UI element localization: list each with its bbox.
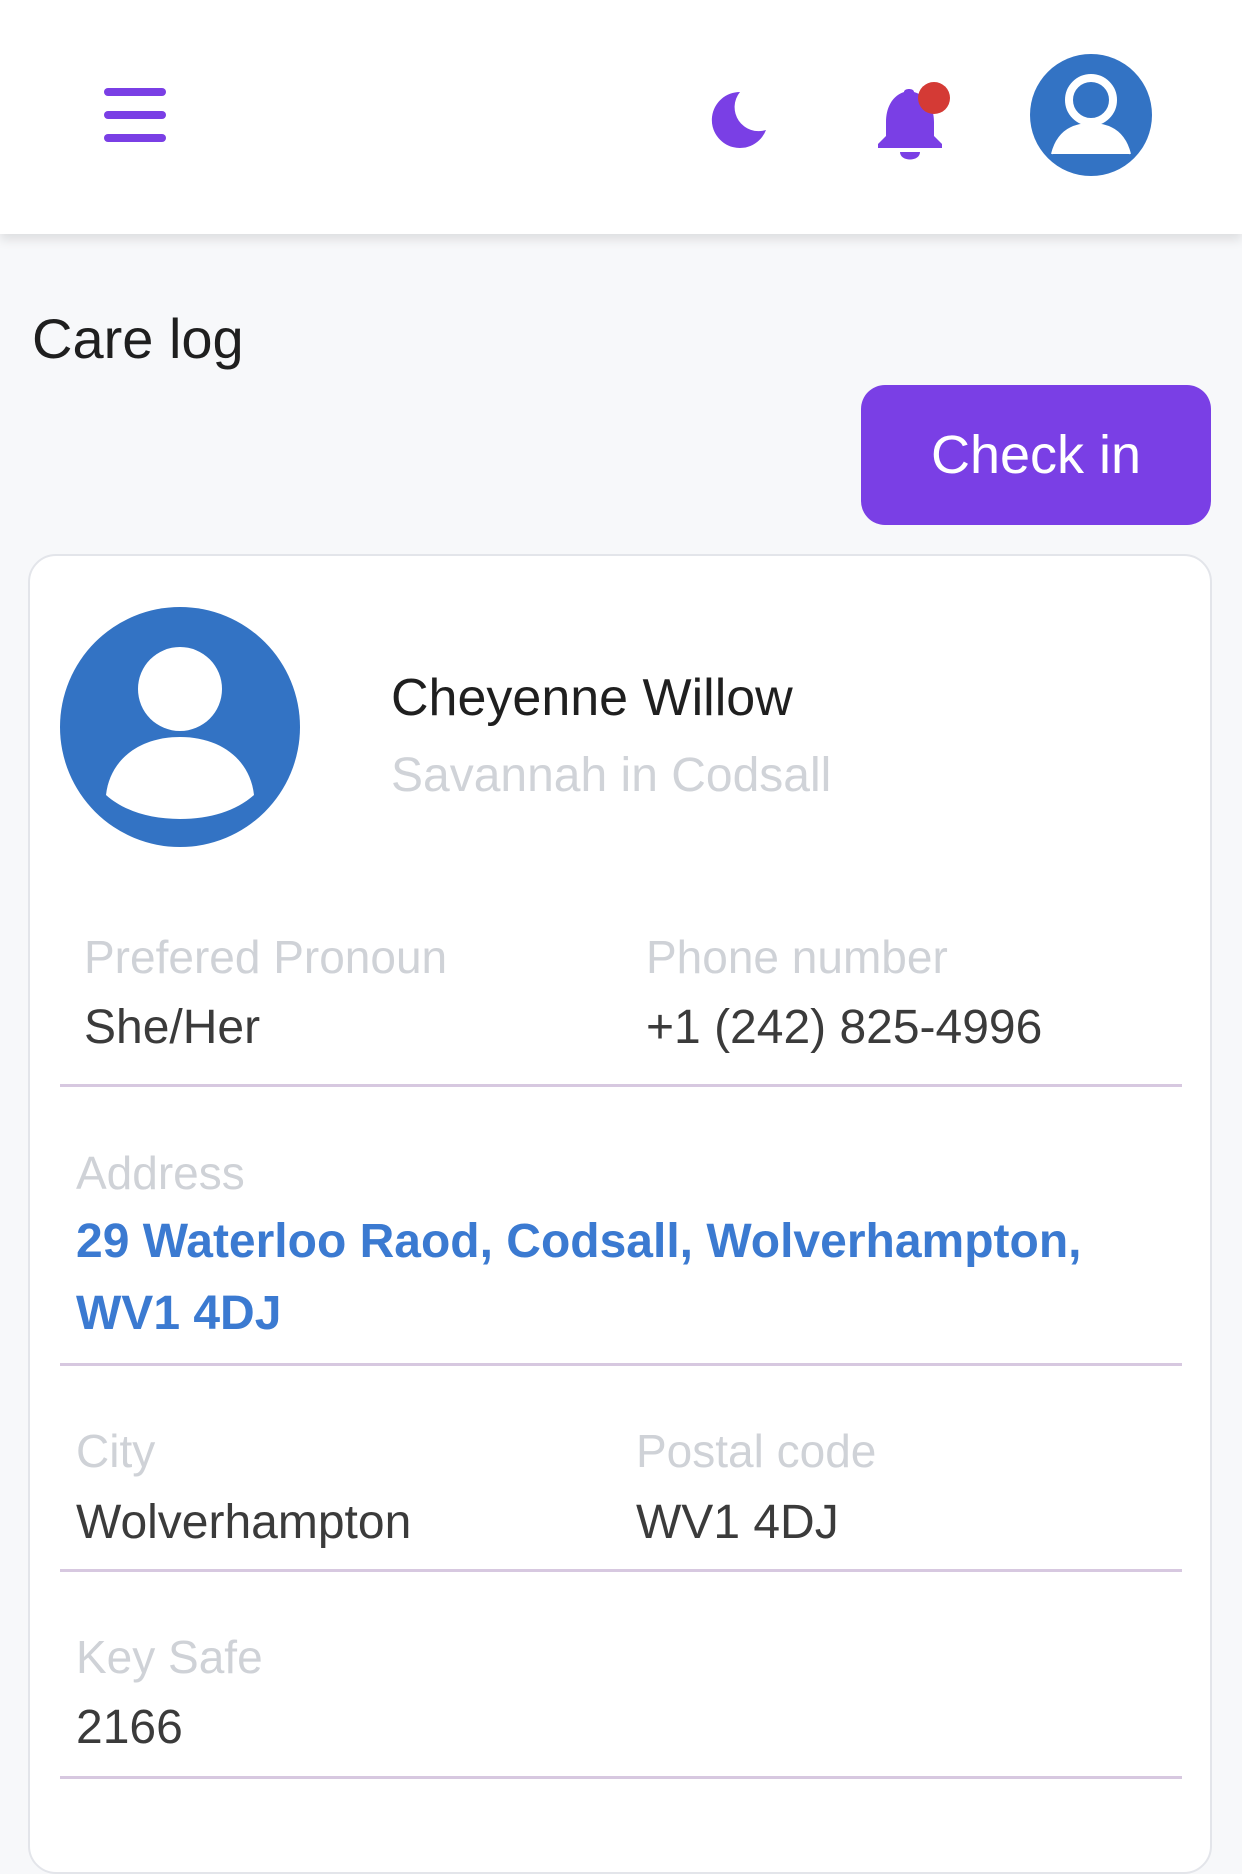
phone-label: Phone number bbox=[646, 931, 948, 983]
page-title: Care log bbox=[32, 307, 244, 370]
moon-icon bbox=[711, 91, 766, 148]
user-avatar-icon bbox=[60, 607, 300, 847]
client-name: Cheyenne Willow bbox=[391, 669, 793, 727]
user-avatar[interactable] bbox=[1030, 54, 1152, 176]
client-location: Savannah in Codsall bbox=[391, 749, 832, 802]
pronoun-value: She/Her bbox=[84, 1001, 261, 1054]
address-label: Address bbox=[76, 1147, 245, 1199]
menu-button[interactable] bbox=[96, 80, 176, 150]
notifications-button[interactable] bbox=[870, 82, 954, 166]
divider bbox=[60, 1084, 1182, 1087]
top-app-bar bbox=[0, 0, 1242, 234]
key-safe-value: 2166 bbox=[76, 1701, 183, 1754]
phone-value: +1 (242) 825-4996 bbox=[646, 1001, 1043, 1054]
pronoun-label: Prefered Pronoun bbox=[84, 931, 448, 983]
divider bbox=[60, 1569, 1182, 1572]
city-label: City bbox=[76, 1425, 156, 1477]
user-avatar-icon bbox=[1030, 54, 1152, 176]
notification-dot bbox=[918, 82, 950, 114]
divider bbox=[60, 1776, 1182, 1779]
postal-code-label: Postal code bbox=[636, 1425, 877, 1477]
divider bbox=[60, 1363, 1182, 1366]
key-safe-label: Key Safe bbox=[76, 1631, 263, 1683]
postal-code-value: WV1 4DJ bbox=[636, 1496, 839, 1549]
check-in-button[interactable]: Check in bbox=[861, 385, 1211, 525]
theme-toggle-button[interactable] bbox=[700, 84, 772, 156]
city-value: Wolverhampton bbox=[76, 1496, 412, 1549]
address-link[interactable]: 29 Waterloo Raod, Codsall, Wolverhampton… bbox=[76, 1206, 1156, 1350]
client-avatar bbox=[60, 607, 300, 847]
